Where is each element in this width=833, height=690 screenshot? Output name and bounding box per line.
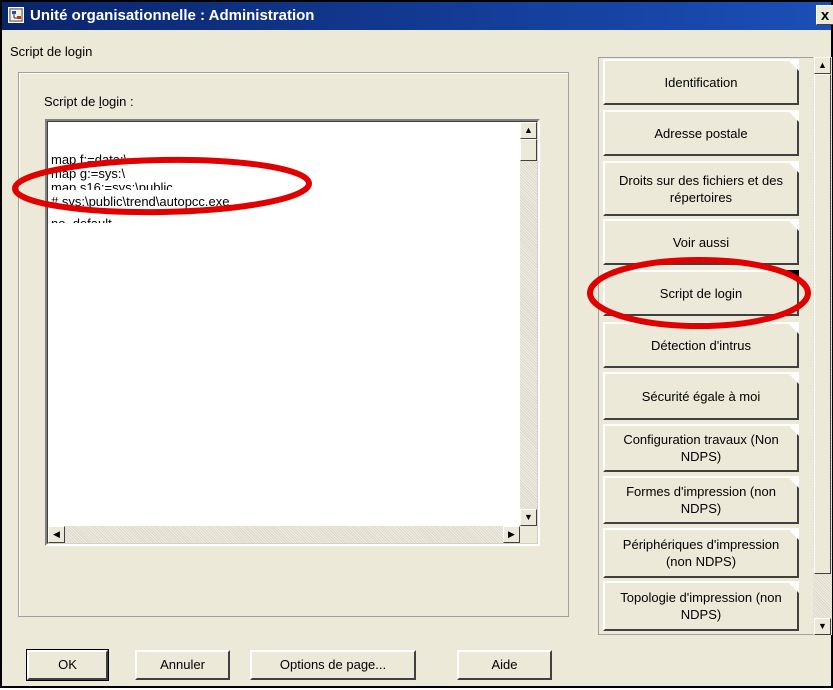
tabs-vertical-scrollbar[interactable]: ▲ ▼ (813, 57, 832, 635)
tab-label: Topologie d'impression (non NDPS) (620, 590, 782, 622)
ok-button[interactable]: OK (26, 649, 109, 681)
textarea-horizontal-scrollbar[interactable]: ◀ ▶ (48, 526, 520, 543)
help-button[interactable]: Aide (457, 650, 552, 680)
scroll-left-arrow-icon[interactable]: ◀ (48, 526, 65, 543)
page-corner-icon (787, 270, 799, 282)
tab-formes-impression[interactable]: Formes d'impression (non NDPS) (603, 476, 799, 524)
label-text-pre: Script de (44, 94, 99, 109)
tab-droits-fichiers[interactable]: Droits sur des fichiers et des répertoir… (603, 161, 799, 216)
tab-script-de-login[interactable]: Script de login (603, 270, 799, 316)
app-icon[interactable] (8, 7, 24, 23)
script-line: map g:=sys:\ (51, 166, 126, 181)
page-heading: Script de login (10, 44, 93, 59)
tab-voir-aussi[interactable]: Voir aussi (603, 219, 799, 265)
tab-label: Périphériques d'impression (non NDPS) (622, 537, 780, 569)
vertical-scroll-thumb[interactable] (520, 139, 537, 161)
tab-label: Droits sur des fichiers et des répertoir… (618, 172, 783, 205)
tab-label: Identification (664, 74, 738, 90)
script-lines: map f:=data:\ map g:=sys:\ map s16:=sys:\p… (51, 125, 230, 251)
page-corner-icon (787, 581, 799, 593)
page-corner-icon (787, 322, 799, 334)
script-line: # sys:\public\trend\autopcc.exe (51, 194, 230, 209)
script-line-obscured: map s16:=sys:\public (51, 181, 173, 190)
script-field-label: Script de login : (44, 94, 134, 109)
dialog-window: Unité organisationnelle : Administration… (0, 0, 833, 688)
tab-label: Script de login (659, 285, 743, 301)
tab-adresse-postale[interactable]: Adresse postale (603, 110, 799, 156)
scroll-down-arrow-icon[interactable]: ▼ (520, 509, 537, 526)
page-corner-icon (787, 476, 799, 488)
tab-label: Voir aussi (672, 234, 730, 250)
page-corner-icon (787, 161, 799, 173)
page-corner-icon (787, 110, 799, 122)
page-corner-icon (787, 424, 799, 436)
tab-topologie-impression[interactable]: Topologie d'impression (non NDPS) (603, 581, 799, 631)
window-title: Unité organisationnelle : Administration (30, 7, 315, 24)
tab-peripheriques-impression[interactable]: Périphériques d'impression (non NDPS) (603, 528, 799, 578)
textarea-vertical-scrollbar[interactable]: ▲ ▼ (520, 122, 537, 526)
scroll-right-arrow-icon[interactable]: ▶ (503, 526, 520, 543)
textarea-inner: map f:=data:\ map g:=sys:\ map s16:=sys:\p… (47, 121, 538, 544)
tab-label: Configuration travaux (Non NDPS) (623, 432, 779, 464)
tabs-scroll-thumb[interactable] (814, 74, 831, 574)
tab-identification[interactable]: Identification (603, 59, 799, 105)
script-line-obscured: no_default (51, 217, 230, 223)
login-script-textarea[interactable]: map f:=data:\ map g:=sys:\ map s16:=sys:\p… (45, 119, 540, 546)
page-corner-icon (787, 219, 799, 231)
page-corner-icon (787, 372, 799, 384)
tab-label: Sécurité égale à moi (641, 388, 761, 404)
close-button[interactable]: x (816, 5, 833, 25)
cancel-button[interactable]: Annuler (135, 650, 230, 680)
page-corner-icon (787, 528, 799, 540)
tab-securite-egale[interactable]: Sécurité égale à moi (603, 372, 799, 420)
label-text-post: ogin : (101, 94, 134, 109)
tab-label: Formes d'impression (non NDPS) (626, 484, 776, 516)
scrollbar-corner (520, 526, 537, 543)
scroll-up-arrow-icon[interactable]: ▲ (520, 122, 537, 139)
close-icon: x (820, 7, 830, 24)
tab-detection-intrus[interactable]: Détection d'intrus (603, 322, 799, 368)
title-bar[interactable]: Unité organisationnelle : Administration… (2, 2, 833, 30)
tab-label: Adresse postale (654, 125, 748, 141)
scroll-down-arrow-icon[interactable]: ▼ (814, 618, 831, 635)
page-options-button[interactable]: Options de page... (250, 650, 416, 680)
scroll-up-arrow-icon[interactable]: ▲ (814, 57, 831, 74)
tab-configuration-travaux[interactable]: Configuration travaux (Non NDPS) (603, 424, 799, 472)
script-line: map f:=data:\ (51, 152, 128, 167)
tab-label: Détection d'intrus (650, 337, 752, 353)
page-corner-icon (787, 59, 799, 71)
